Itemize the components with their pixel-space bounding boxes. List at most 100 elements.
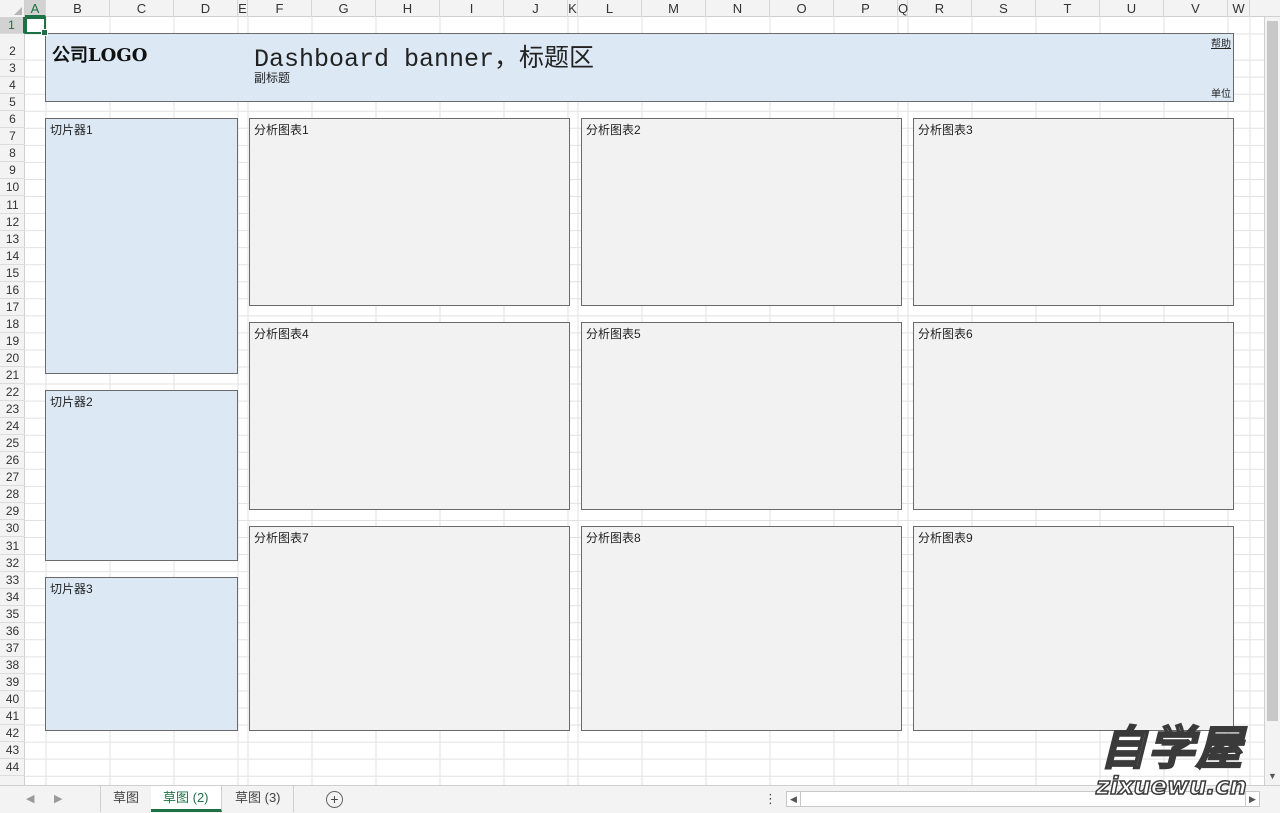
slicer-box-2[interactable]: 切片器2: [45, 390, 238, 561]
column-header-w[interactable]: W: [1228, 0, 1250, 17]
active-cell-cursor: [25, 17, 48, 36]
row-header-14[interactable]: 14: [0, 248, 25, 265]
row-header-5[interactable]: 5: [0, 94, 25, 112]
column-header-g[interactable]: G: [312, 0, 376, 17]
column-header-c[interactable]: C: [110, 0, 174, 17]
sheet-tab-2[interactable]: 草图 (2): [151, 786, 222, 812]
row-header-13[interactable]: 13: [0, 231, 25, 248]
row-header-27[interactable]: 27: [0, 469, 25, 487]
row-header-25[interactable]: 25: [0, 435, 25, 453]
help-link[interactable]: 帮助: [1211, 35, 1231, 50]
row-header-20[interactable]: 20: [0, 350, 25, 367]
row-header-26[interactable]: 26: [0, 452, 25, 470]
column-header-k[interactable]: K: [568, 0, 578, 17]
row-header-43[interactable]: 43: [0, 742, 25, 760]
slicer-box-1[interactable]: 切片器1: [45, 118, 238, 374]
column-header-b[interactable]: B: [46, 0, 110, 17]
row-header-31[interactable]: 31: [0, 538, 25, 555]
row-header-35[interactable]: 35: [0, 606, 25, 623]
row-header-42[interactable]: 42: [0, 725, 25, 743]
column-header-v[interactable]: V: [1164, 0, 1228, 17]
row-header-11[interactable]: 11: [0, 197, 25, 214]
chart-placeholder-1[interactable]: 分析图表1: [249, 118, 570, 306]
column-header-u[interactable]: U: [1100, 0, 1164, 17]
column-header-q[interactable]: Q: [898, 0, 908, 17]
chart-label: 分析图表5: [586, 327, 641, 341]
row-header-4[interactable]: 4: [0, 77, 25, 95]
vertical-scrollbar[interactable]: ▼: [1264, 17, 1280, 785]
row-header-38[interactable]: 38: [0, 657, 25, 674]
column-header-h[interactable]: H: [376, 0, 440, 17]
chart-placeholder-9[interactable]: 分析图表9: [913, 526, 1234, 731]
row-header-32[interactable]: 32: [0, 555, 25, 572]
row-header-15[interactable]: 15: [0, 265, 25, 282]
column-header-d[interactable]: D: [174, 0, 238, 17]
chart-placeholder-7[interactable]: 分析图表7: [249, 526, 570, 731]
row-header-3[interactable]: 3: [0, 60, 25, 78]
row-header-17[interactable]: 17: [0, 299, 25, 316]
column-header-o[interactable]: O: [770, 0, 834, 17]
chart-label: 分析图表9: [918, 531, 973, 545]
chart-placeholder-8[interactable]: 分析图表8: [581, 526, 902, 731]
add-sheet-button[interactable]: +: [326, 791, 343, 808]
tab-split-handle[interactable]: ⋮: [764, 791, 777, 807]
row-header-19[interactable]: 19: [0, 333, 25, 350]
vertical-scroll-thumb[interactable]: [1267, 21, 1278, 721]
column-header-n[interactable]: N: [706, 0, 770, 17]
sheet-tab-3[interactable]: 草图 (3): [223, 786, 294, 812]
chart-placeholder-4[interactable]: 分析图表4: [249, 322, 570, 510]
sheet-tab-bar: ◀ ▶ 草图 草图 (2) 草图 (3) + ⋮ ◀ ▶: [0, 785, 1280, 813]
sheet-tab-1[interactable]: 草图: [100, 786, 153, 812]
row-header-21[interactable]: 21: [0, 367, 25, 385]
column-header-m[interactable]: M: [642, 0, 706, 17]
chart-label: 分析图表8: [586, 531, 641, 545]
row-header-7[interactable]: 7: [0, 128, 25, 146]
row-header-24[interactable]: 24: [0, 418, 25, 436]
row-header-22[interactable]: 22: [0, 384, 25, 402]
row-header-bar: 1 2 3 4 5 6 7 8 9 10 11 12 13 14 15 16 17 18 19 20 21 22 23 24 2…: [0, 17, 25, 785]
row-header-12[interactable]: 12: [0, 214, 25, 231]
chart-placeholder-6[interactable]: 分析图表6: [913, 322, 1234, 510]
row-header-40[interactable]: 40: [0, 691, 25, 708]
column-header-s[interactable]: S: [972, 0, 1036, 17]
row-header-8[interactable]: 8: [0, 145, 25, 163]
chart-placeholder-3[interactable]: 分析图表3: [913, 118, 1234, 306]
row-header-33[interactable]: 33: [0, 572, 25, 589]
scroll-down-arrow-icon[interactable]: ▼: [1265, 769, 1280, 783]
row-header-18[interactable]: 18: [0, 316, 25, 333]
slicer-box-3[interactable]: 切片器3: [45, 577, 238, 731]
row-header-39[interactable]: 39: [0, 674, 25, 691]
row-header-9[interactable]: 9: [0, 162, 25, 180]
banner-title: Dashboard banner，标题区: [254, 45, 595, 74]
select-all-corner[interactable]: [0, 0, 25, 17]
row-header-41[interactable]: 41: [0, 708, 25, 726]
row-header-10[interactable]: 10: [0, 179, 25, 197]
prev-sheet-arrow-icon[interactable]: ◀: [26, 792, 34, 805]
row-header-23[interactable]: 23: [0, 401, 25, 419]
row-header-28[interactable]: 28: [0, 486, 25, 504]
column-header-t[interactable]: T: [1036, 0, 1100, 17]
column-header-p[interactable]: P: [834, 0, 898, 17]
column-header-r[interactable]: R: [908, 0, 972, 17]
column-header-a[interactable]: A: [25, 0, 46, 17]
column-header-e[interactable]: E: [238, 0, 248, 17]
watermark-url: zixuewu.cn: [1095, 771, 1247, 801]
row-header-1[interactable]: 1: [0, 17, 25, 34]
row-header-36[interactable]: 36: [0, 623, 25, 640]
row-header-6[interactable]: 6: [0, 111, 25, 129]
chart-placeholder-5[interactable]: 分析图表5: [581, 322, 902, 510]
row-header-44[interactable]: 44: [0, 759, 25, 777]
row-header-2[interactable]: 2: [0, 43, 25, 61]
column-header-j[interactable]: J: [504, 0, 568, 17]
next-sheet-arrow-icon[interactable]: ▶: [54, 792, 62, 805]
column-header-i[interactable]: I: [440, 0, 504, 17]
chart-placeholder-2[interactable]: 分析图表2: [581, 118, 902, 306]
scroll-left-arrow-icon[interactable]: ◀: [787, 792, 801, 806]
column-header-l[interactable]: L: [578, 0, 642, 17]
row-header-16[interactable]: 16: [0, 282, 25, 299]
row-header-34[interactable]: 34: [0, 589, 25, 606]
row-header-37[interactable]: 37: [0, 640, 25, 657]
row-header-30[interactable]: 30: [0, 520, 25, 538]
column-header-f[interactable]: F: [248, 0, 312, 17]
row-header-29[interactable]: 29: [0, 503, 25, 521]
